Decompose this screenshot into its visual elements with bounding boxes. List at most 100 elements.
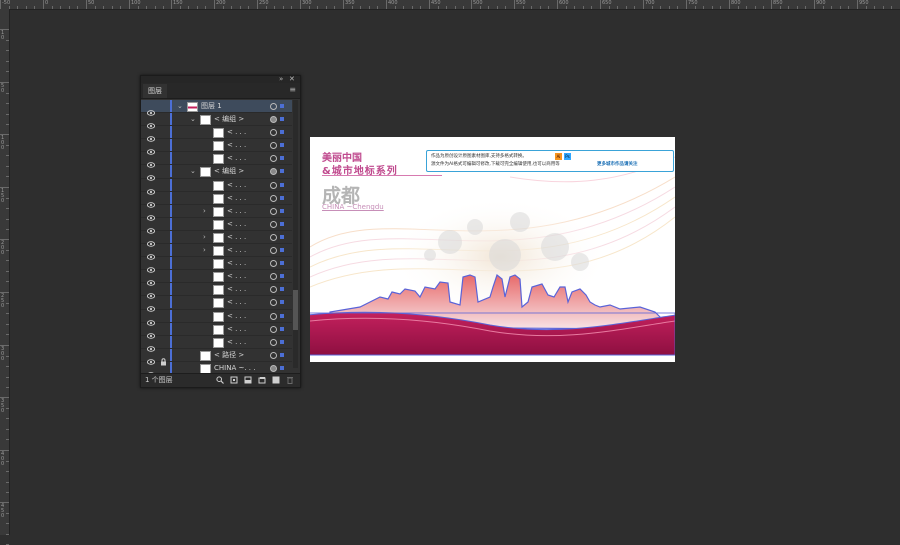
layer-row[interactable]: < . . .: [141, 283, 292, 300]
target-circle-icon[interactable]: [270, 260, 277, 268]
visibility-eye-icon[interactable]: [146, 259, 156, 273]
layer-row[interactable]: < . . .: [141, 296, 292, 313]
layer-name[interactable]: < 编组 >: [214, 165, 244, 177]
panel-grip[interactable]: » ✕: [141, 75, 300, 83]
target-circle-icon[interactable]: [270, 286, 277, 294]
layer-name[interactable]: < . . .: [227, 296, 246, 308]
layer-name[interactable]: < . . .: [227, 244, 246, 256]
target-circle-icon[interactable]: [270, 351, 277, 359]
delete-icon[interactable]: [286, 376, 294, 384]
target-circle-icon[interactable]: [270, 194, 277, 202]
layer-row[interactable]: < . . .: [141, 152, 292, 169]
new-layer-icon[interactable]: [272, 376, 280, 384]
target-circle-icon[interactable]: [270, 129, 277, 137]
new-sublayer-icon[interactable]: [258, 376, 266, 384]
expand-arrow-icon[interactable]: ›: [203, 231, 206, 243]
selection-square-icon[interactable]: [280, 287, 284, 292]
selection-square-icon[interactable]: [280, 221, 284, 226]
layer-row[interactable]: < . . .: [141, 139, 292, 156]
layer-row[interactable]: < . . .: [141, 217, 292, 234]
selection-square-icon[interactable]: [280, 169, 284, 174]
layer-name[interactable]: 图层 1: [201, 100, 222, 112]
layer-row[interactable]: < . . .: [141, 126, 292, 142]
layer-row[interactable]: ⌄ < 编组 >: [141, 113, 292, 129]
visibility-eye-icon[interactable]: [146, 246, 156, 260]
layer-name[interactable]: < . . .: [227, 139, 246, 151]
layers-scrollbar[interactable]: [293, 100, 298, 368]
layer-name[interactable]: < . . .: [227, 336, 246, 348]
vertical-ruler[interactable]: 1 05 01 0 01 5 02 0 02 5 03 0 03 5 04 0 …: [0, 9, 10, 545]
selection-square-icon[interactable]: [280, 156, 284, 161]
layer-name[interactable]: < . . .: [227, 179, 246, 191]
layer-row[interactable]: < 路径 >: [141, 348, 292, 366]
selection-square-icon[interactable]: [280, 117, 284, 122]
layer-name[interactable]: < . . .: [227, 152, 246, 164]
target-circle-icon[interactable]: [270, 299, 277, 307]
collapse-arrow-icon[interactable]: ⌄: [190, 113, 196, 125]
selection-square-icon[interactable]: [280, 352, 284, 357]
visibility-eye-icon[interactable]: [146, 154, 156, 169]
visibility-eye-icon[interactable]: [146, 312, 156, 326]
target-circle-icon[interactable]: [270, 142, 277, 150]
layer-row[interactable]: < . . .: [141, 309, 292, 326]
selection-square-icon[interactable]: [280, 261, 284, 266]
layer-name[interactable]: < . . .: [227, 231, 246, 243]
target-circle-icon[interactable]: [270, 155, 277, 163]
selection-square-icon[interactable]: [280, 182, 284, 187]
scrollbar-thumb[interactable]: [293, 290, 298, 330]
selection-square-icon[interactable]: [280, 130, 284, 135]
tab-layers[interactable]: 图层: [143, 84, 167, 98]
visibility-eye-icon[interactable]: [146, 128, 156, 142]
collapse-arrow-icon[interactable]: ⌄: [177, 100, 183, 112]
layer-name[interactable]: < . . .: [227, 310, 246, 322]
visibility-eye-icon[interactable]: [146, 220, 156, 234]
collapse-arrow-icon[interactable]: ⌄: [190, 165, 196, 177]
selection-square-icon[interactable]: [280, 300, 284, 305]
selection-square-icon[interactable]: [280, 104, 284, 108]
visibility-eye-icon[interactable]: [146, 115, 156, 129]
layer-name[interactable]: < . . .: [227, 257, 246, 269]
layer-row[interactable]: < . . .: [141, 178, 292, 195]
layer-name[interactable]: < . . .: [227, 323, 246, 335]
target-circle-icon[interactable]: [270, 220, 277, 228]
visibility-eye-icon[interactable]: [146, 338, 156, 352]
export-icon[interactable]: [230, 376, 238, 384]
target-circle-icon[interactable]: [270, 312, 277, 320]
panel-menu-icon[interactable]: ≡: [289, 86, 296, 94]
layer-row[interactable]: ⌄ < 编组 >: [141, 165, 292, 182]
target-circle-icon[interactable]: [270, 325, 277, 333]
horizontal-ruler[interactable]: -50 0 50 100 150 200 250 300 350 400 450 500 550 600 6…: [0, 0, 900, 10]
visibility-eye-icon[interactable]: [146, 285, 156, 300]
target-circle-icon[interactable]: [270, 338, 277, 346]
target-circle-icon[interactable]: [270, 247, 277, 255]
layer-name[interactable]: < . . .: [227, 205, 246, 217]
layer-row[interactable]: < . . .: [141, 257, 292, 273]
layer-name[interactable]: < . . .: [227, 283, 246, 295]
visibility-eye-icon[interactable]: [146, 207, 156, 221]
target-circle-icon[interactable]: [270, 116, 277, 124]
layer-name[interactable]: < 路径 >: [214, 349, 244, 361]
layer-row[interactable]: < . . .: [141, 335, 292, 352]
close-panel-icon[interactable]: ✕: [289, 75, 295, 83]
target-circle-icon[interactable]: [270, 181, 277, 189]
layer-row[interactable]: < . . .: [141, 191, 292, 208]
visibility-eye-icon[interactable]: [146, 141, 156, 156]
selection-square-icon[interactable]: [280, 326, 284, 331]
layer-name[interactable]: < . . .: [227, 192, 246, 204]
layer-row[interactable]: < . . .: [141, 270, 292, 286]
visibility-eye-icon[interactable]: [146, 272, 156, 286]
expand-arrow-icon[interactable]: ›: [203, 244, 206, 256]
target-circle-icon[interactable]: [270, 233, 277, 241]
visibility-eye-icon[interactable]: [146, 181, 156, 195]
selection-square-icon[interactable]: [280, 143, 284, 148]
visibility-eye-icon[interactable]: [146, 233, 156, 247]
expand-arrow-icon[interactable]: ›: [203, 205, 206, 217]
layer-row[interactable]: < . . .: [141, 322, 292, 339]
selection-square-icon[interactable]: [280, 365, 284, 370]
selection-square-icon[interactable]: [280, 274, 284, 279]
selection-square-icon[interactable]: [280, 195, 284, 200]
collapse-panel-icon[interactable]: »: [279, 75, 283, 83]
layer-row-main[interactable]: ⌄ 图层 1: [141, 100, 292, 116]
layer-name[interactable]: < 编组 >: [214, 113, 244, 125]
visibility-eye-icon[interactable]: [146, 298, 156, 313]
